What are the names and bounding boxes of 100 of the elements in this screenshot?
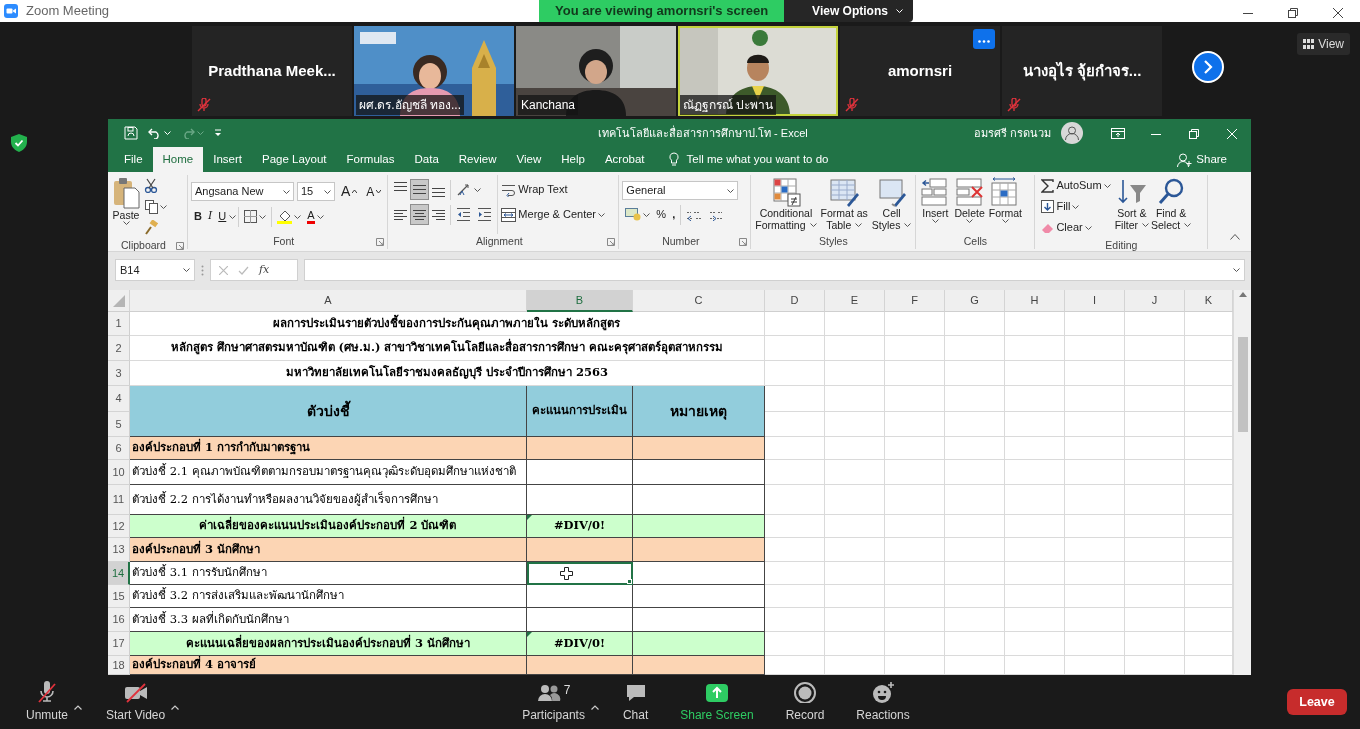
empty-cell[interactable] bbox=[1065, 585, 1125, 608]
empty-cell[interactable] bbox=[825, 562, 885, 585]
align-middle-button[interactable] bbox=[410, 179, 430, 200]
column-header[interactable]: A bbox=[130, 290, 527, 312]
ribbon-tab[interactable]: Help bbox=[551, 147, 595, 172]
empty-cell[interactable] bbox=[1125, 585, 1185, 608]
empty-cell[interactable] bbox=[1185, 386, 1233, 437]
empty-cell[interactable] bbox=[1065, 437, 1125, 460]
ribbon-tab[interactable]: Data bbox=[404, 147, 449, 172]
empty-cell[interactable] bbox=[825, 515, 885, 538]
grow-font-button[interactable]: A bbox=[338, 181, 361, 202]
empty-cell[interactable] bbox=[885, 608, 945, 632]
paste-button[interactable]: Paste bbox=[111, 175, 141, 238]
empty-cell[interactable] bbox=[825, 485, 885, 515]
participants-button[interactable]: 7 Participants bbox=[518, 675, 589, 729]
empty-cell[interactable] bbox=[945, 485, 1005, 515]
ribbon-tab[interactable]: Review bbox=[448, 147, 507, 172]
row-header[interactable]: 15 bbox=[108, 585, 130, 608]
shrink-font-button[interactable]: A bbox=[363, 181, 385, 202]
wrap-text-button[interactable]: Wrap Text bbox=[498, 179, 608, 200]
table-cell[interactable] bbox=[527, 562, 633, 585]
empty-cell[interactable] bbox=[1125, 562, 1185, 585]
autosum-button[interactable]: AutoSum bbox=[1038, 175, 1114, 196]
empty-cell[interactable] bbox=[1065, 538, 1125, 562]
share-button[interactable]: Share bbox=[1171, 147, 1233, 172]
italic-button[interactable]: I bbox=[204, 206, 216, 227]
dialog-launcher-icon[interactable] bbox=[176, 241, 184, 250]
merge-center-button[interactable]: Merge & Center bbox=[498, 204, 608, 225]
empty-cell[interactable] bbox=[825, 585, 885, 608]
view-options-button[interactable]: View Options bbox=[784, 0, 913, 22]
empty-cell[interactable] bbox=[945, 515, 1005, 538]
empty-cell[interactable] bbox=[885, 437, 945, 460]
ribbon-tab[interactable]: View bbox=[506, 147, 552, 172]
fill-button[interactable]: Fill bbox=[1038, 196, 1114, 217]
row-header[interactable]: 14 bbox=[108, 562, 130, 585]
empty-cell[interactable] bbox=[1005, 632, 1065, 656]
empty-cell[interactable] bbox=[885, 336, 945, 361]
empty-cell[interactable] bbox=[945, 312, 1005, 336]
empty-cell[interactable] bbox=[1005, 437, 1065, 460]
bold-button[interactable]: B bbox=[191, 206, 205, 227]
empty-cell[interactable] bbox=[885, 485, 945, 515]
column-header[interactable]: F bbox=[885, 290, 945, 312]
name-box[interactable]: B14 bbox=[115, 259, 195, 281]
ribbon-tab[interactable]: Insert bbox=[203, 147, 252, 172]
row-header[interactable]: 2 bbox=[108, 336, 130, 361]
sort-filter-button[interactable]: Sort & Filter bbox=[1113, 175, 1150, 238]
empty-cell[interactable] bbox=[765, 460, 825, 485]
column-header[interactable]: B bbox=[527, 290, 633, 312]
dialog-launcher-icon[interactable] bbox=[739, 237, 748, 246]
empty-cell[interactable] bbox=[1005, 538, 1065, 562]
empty-cell[interactable] bbox=[825, 608, 885, 632]
empty-cell[interactable] bbox=[945, 585, 1005, 608]
empty-cell[interactable] bbox=[1005, 562, 1065, 585]
empty-cell[interactable] bbox=[765, 336, 825, 361]
row-header[interactable]: 17 bbox=[108, 632, 130, 656]
empty-cell[interactable] bbox=[1005, 585, 1065, 608]
column-header[interactable]: G bbox=[945, 290, 1005, 312]
empty-cell[interactable] bbox=[825, 336, 885, 361]
scroll-up-icon[interactable] bbox=[1238, 292, 1247, 297]
empty-cell[interactable] bbox=[825, 312, 885, 336]
empty-cell[interactable] bbox=[945, 608, 1005, 632]
cellstyles-button[interactable]: Cell Styles bbox=[870, 175, 913, 234]
row-header[interactable]: 16 bbox=[108, 608, 130, 632]
view-button[interactable]: View bbox=[1297, 33, 1350, 55]
font-name-field[interactable]: Angsana New bbox=[191, 182, 294, 201]
empty-cell[interactable] bbox=[1125, 608, 1185, 632]
empty-cell[interactable] bbox=[1125, 632, 1185, 656]
column-header[interactable]: D bbox=[765, 290, 825, 312]
fill-handle[interactable] bbox=[627, 579, 632, 584]
empty-cell[interactable] bbox=[945, 562, 1005, 585]
row-header[interactable]: 18 bbox=[108, 656, 130, 675]
empty-cell[interactable] bbox=[945, 437, 1005, 460]
leave-button[interactable]: Leave bbox=[1287, 689, 1347, 715]
empty-cell[interactable] bbox=[885, 515, 945, 538]
tell-me-field[interactable]: Tell me what you want to do bbox=[686, 150, 829, 169]
column-header[interactable]: C bbox=[633, 290, 765, 312]
align-center-button[interactable] bbox=[410, 204, 430, 225]
ribbon-tab[interactable]: Page Layout bbox=[252, 147, 337, 172]
chat-button[interactable]: Chat bbox=[618, 675, 653, 729]
empty-cell[interactable] bbox=[1005, 485, 1065, 515]
number-format-field[interactable]: General bbox=[622, 181, 739, 200]
empty-cell[interactable] bbox=[1005, 460, 1065, 485]
comma-style-button[interactable]: , bbox=[669, 204, 679, 225]
empty-cell[interactable] bbox=[765, 585, 825, 608]
clear-button[interactable]: Clear bbox=[1038, 217, 1114, 238]
row-header[interactable]: 13 bbox=[108, 538, 130, 562]
row-header[interactable]: 3 bbox=[108, 361, 130, 386]
empty-cell[interactable] bbox=[885, 562, 945, 585]
empty-cell[interactable] bbox=[1005, 608, 1065, 632]
empty-cell[interactable] bbox=[1065, 608, 1125, 632]
font-size-field[interactable]: 15 bbox=[297, 182, 335, 201]
empty-cell[interactable] bbox=[1065, 460, 1125, 485]
empty-cell[interactable] bbox=[945, 336, 1005, 361]
empty-cell[interactable] bbox=[885, 632, 945, 656]
empty-cell[interactable] bbox=[1065, 515, 1125, 538]
scrollbar-thumb[interactable] bbox=[1237, 337, 1248, 432]
underline-button[interactable]: U bbox=[215, 206, 230, 227]
empty-cell[interactable] bbox=[1005, 312, 1065, 336]
select-all-button[interactable] bbox=[108, 290, 130, 312]
ribbon-tab[interactable]: File bbox=[114, 147, 153, 172]
